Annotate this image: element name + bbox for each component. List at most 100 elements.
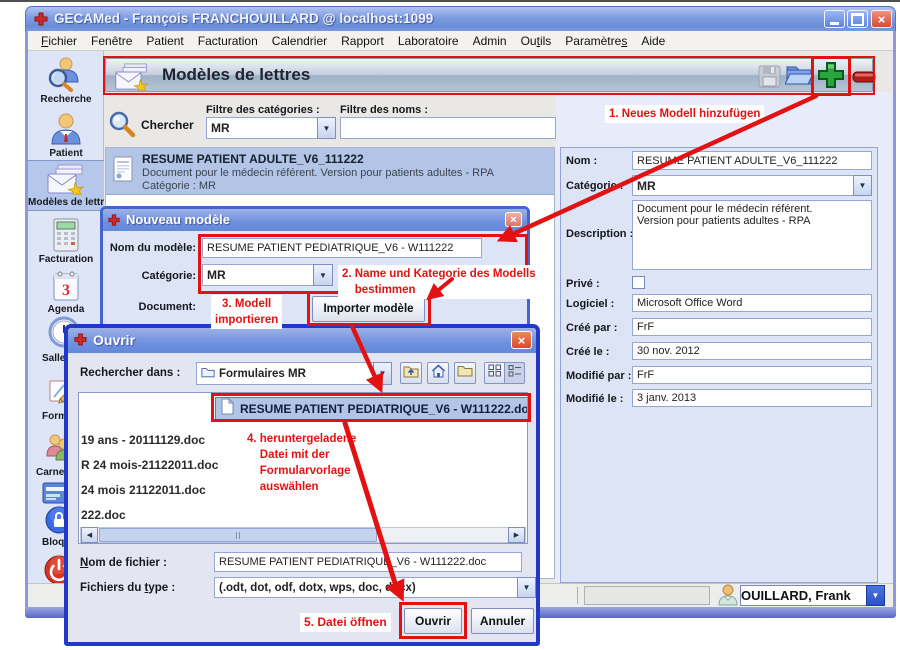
model-category-select[interactable]: MR [202,264,314,286]
open-button[interactable]: Ouvrir [404,608,462,634]
save-icon[interactable] [757,64,782,94]
user-select-arrow[interactable]: ▼ [866,585,885,606]
model-category-label: Catégorie: [102,270,196,282]
grid-view-button[interactable] [484,362,505,384]
categorie-select-arrow[interactable]: ▼ [853,175,872,196]
chevron-down-icon: ▼ [872,591,880,600]
list-view-button[interactable] [504,362,525,384]
description-field[interactable]: Document pour le médecin référent. Versi… [632,200,872,270]
nom-field[interactable]: RESUME PATIENT ADULTE_V6_111222 [632,151,872,170]
title-bar[interactable]: GECAMed - François FRANCHOUILLARD @ loca… [25,6,896,31]
close-button[interactable]: × [871,10,892,28]
close-icon: × [518,333,526,348]
cancel-button[interactable]: Annuler [471,608,534,634]
scroll-right-button[interactable]: ▶ [508,527,525,543]
search-label: Chercher [141,118,194,132]
menu-item-facturation[interactable]: Facturation [191,32,265,50]
file-type-arrow[interactable]: ▼ [517,577,536,598]
category-filter-arrow[interactable]: ▼ [317,117,336,139]
modifie-le-field[interactable]: 3 janv. 2013 [632,389,872,407]
sidebar-label: Modèles de lettres [28,197,104,208]
dialog-close-button[interactable]: × [511,331,532,349]
maximize-button[interactable] [847,10,868,28]
minimize-button[interactable] [824,10,845,28]
prive-label: Privé : [566,278,600,290]
up-folder-icon [403,364,419,383]
file-list-hscrollbar[interactable]: ◀ ▶ [80,527,526,543]
menu-item-calendrier[interactable]: Calendrier [265,32,334,50]
remove-template-icon[interactable] [852,70,876,88]
menu-item-laboratoire[interactable]: Laboratoire [391,32,466,50]
home-button[interactable] [427,362,449,384]
menu-item-outils[interactable]: Outils [514,32,559,50]
name-filter-input[interactable] [340,117,556,139]
document-label: Document: [102,301,196,313]
file-list-item-selected[interactable]: RESUME PATIENT PEDIATRIQUE_V6 - W111222.… [215,397,528,420]
file-name-label: Nom de fichier : [80,557,167,569]
screenshot-stage: GECAMed - François FRANCHOUILLARD @ loca… [0,0,900,650]
open-dialog-titlebar[interactable]: Ouvrir × [68,328,536,353]
top-border-line [0,0,900,2]
category-filter-select[interactable]: MR [206,117,318,139]
annotation-step5: 5. Datei öffnen [300,613,391,632]
file-list-item[interactable]: 19 ans - 20111129.doc [81,433,205,447]
cree-par-field[interactable]: FrF [632,318,872,336]
model-name-input[interactable]: RESUME PATIENT PEDIATRIQUE_V6 - W111222 [202,238,482,258]
file-list-item[interactable]: R 24 mois-21122011.doc [81,458,218,472]
menu-item-fenetre[interactable]: Fenêtre [84,32,139,50]
logiciel-field[interactable]: Microsoft Office Word [632,294,872,312]
file-name-input[interactable]: RESUME PATIENT PEDIATRIQUE_V6 - W111222.… [214,552,522,572]
scroll-right-icon: ▶ [514,531,519,539]
sidebar-item-agenda[interactable]: 3 Agenda [28,270,104,320]
menu-item-aide[interactable]: Aide [634,32,672,50]
scroll-left-button[interactable]: ◀ [81,527,98,543]
scrollbar-thumb[interactable] [99,528,377,542]
scroll-left-icon: ◀ [87,531,92,539]
status-divider [577,587,578,604]
sidebar-item-recherche[interactable]: Recherche [28,56,104,108]
status-field[interactable] [584,586,710,605]
list-view-icon [508,364,522,382]
description-label: Description : [566,228,633,240]
page-title: Modèles de lettres [162,65,310,85]
file-list-item[interactable]: 222.doc [81,508,126,522]
prive-checkbox[interactable] [632,276,645,289]
menu-item-patient[interactable]: Patient [139,32,190,50]
sidebar-item-modeles-de-lettres[interactable]: Modèles de lettres [28,160,104,211]
model-category-arrow[interactable]: ▼ [313,264,333,286]
file-type-label: Fichiers du type : [80,582,175,594]
modifie-par-label: Modifié par : [566,370,631,382]
sidebar-item-facturation[interactable]: Facturation [28,217,104,269]
new-model-dialog-titlebar[interactable]: Nouveau modèle × [103,209,527,231]
new-folder-button[interactable] [454,362,476,384]
annotation-step4: 4. heruntergeladene Datei mit der Formul… [243,430,360,496]
menu-item-admin[interactable]: Admin [466,32,514,50]
open-folder-icon[interactable] [785,62,813,93]
app-cross-icon [74,333,87,351]
user-select[interactable]: OUILLARD, Frank [740,585,867,606]
cree-le-field[interactable]: 30 nov. 2012 [632,342,872,360]
categorie-select[interactable]: MR [632,175,854,196]
nom-label: Nom : [566,155,597,167]
close-icon: × [878,12,886,27]
dialog-close-button[interactable]: × [505,212,522,227]
name-filter-label: Filtre des noms : [340,104,428,116]
import-model-button[interactable]: Importer modèle [312,296,425,322]
template-list-item-selected[interactable]: RESUME PATIENT ADULTE_V6_111222 Document… [106,148,554,195]
look-in-select[interactable]: Formulaires MR [196,362,374,385]
modifie-par-field[interactable]: FrF [632,366,872,384]
list-item-title: RESUME PATIENT ADULTE_V6_111222 [142,152,364,166]
file-type-select[interactable]: (.odt, dot, odf, dotx, wps, doc, docx) [214,577,518,598]
sidebar-item-patient[interactable]: Patient [28,111,104,163]
menu-item-rapport[interactable]: Rapport [334,32,391,50]
menu-item-parametres[interactable]: Paramètres [558,32,634,50]
menu-item-fichier[interactable]: Fichier [34,32,84,50]
look-in-arrow[interactable]: ▼ [373,362,392,385]
up-one-level-button[interactable] [400,362,422,384]
home-icon [431,364,446,383]
app-cross-icon [108,213,120,231]
file-list-item[interactable]: 24 mois 21122011.doc [81,483,206,497]
user-icon [718,584,738,611]
add-template-icon[interactable] [816,60,846,97]
letter-templates-icon [46,163,86,200]
